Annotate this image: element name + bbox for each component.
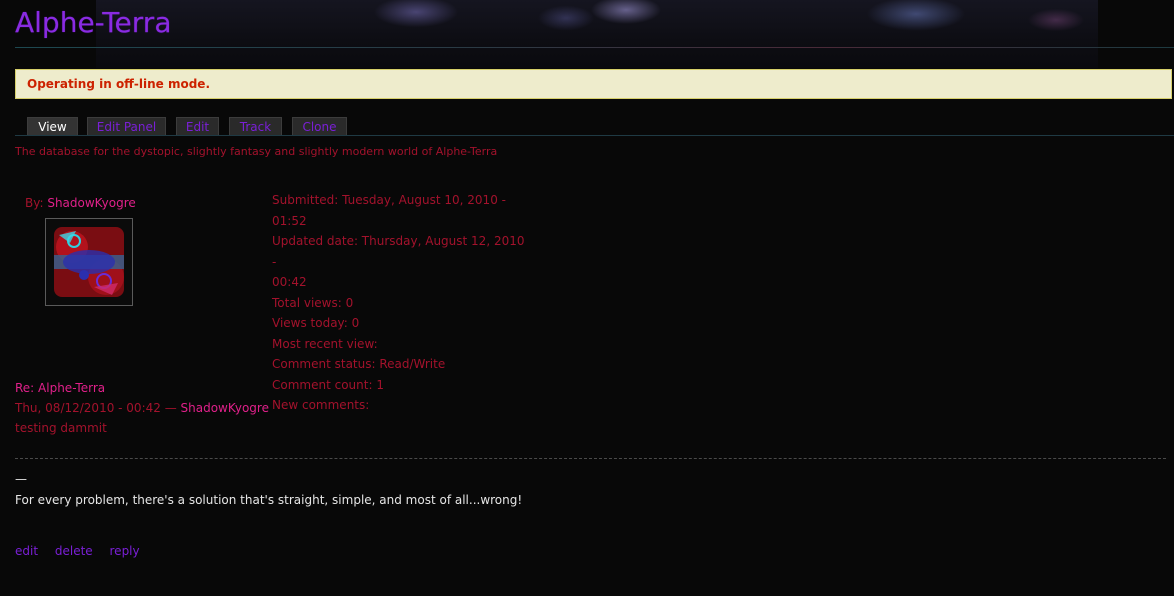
comment-status: Comment status: Read/Write bbox=[272, 357, 446, 371]
delete-link[interactable]: delete bbox=[55, 544, 93, 558]
tab-edit-panel[interactable]: Edit Panel bbox=[87, 117, 166, 136]
edit-link[interactable]: edit bbox=[15, 544, 38, 558]
comment-submitted: Thu, 08/12/2010 - 00:42 — ShadowKyogre bbox=[15, 401, 269, 415]
header-divider bbox=[15, 47, 1174, 48]
tab-view[interactable]: View bbox=[27, 117, 78, 136]
updated-date: Updated date: Thursday, August 12, 2010 … bbox=[272, 234, 525, 269]
comment-body: testing dammit bbox=[15, 421, 107, 435]
new-comments: New comments: bbox=[272, 398, 370, 412]
signature-text: For every problem, there's a solution th… bbox=[15, 493, 523, 507]
avatar-image bbox=[54, 227, 124, 297]
submitted-date: Submitted: Tuesday, August 10, 2010 - 01… bbox=[272, 193, 506, 228]
node-meta: Submitted: Tuesday, August 10, 2010 - 01… bbox=[272, 190, 532, 416]
views-today: Views today: 0 bbox=[272, 316, 360, 330]
total-views: Total views: 0 bbox=[272, 295, 354, 310]
tab-track[interactable]: Track bbox=[229, 117, 282, 136]
tab-edit[interactable]: Edit bbox=[176, 117, 219, 136]
author-prefix: By: bbox=[25, 196, 48, 210]
author-byline: By: ShadowKyogre bbox=[25, 196, 136, 210]
status-message-box: Operating in off-line mode. bbox=[15, 69, 1172, 99]
tab-bar-divider bbox=[15, 135, 1174, 136]
signature-divider bbox=[15, 458, 1166, 459]
comment-links: edit delete reply bbox=[15, 544, 153, 558]
updated-time: 00:42 bbox=[272, 275, 307, 289]
signature-dash: — bbox=[15, 472, 27, 486]
reply-link[interactable]: reply bbox=[110, 544, 140, 558]
status-message: Operating in off-line mode. bbox=[27, 77, 211, 91]
comment-date: Thu, 08/12/2010 - 00:42 — bbox=[15, 401, 181, 415]
node-description: The database for the dystopic, slightly … bbox=[15, 145, 498, 158]
comment-count: Comment count: 1 bbox=[272, 377, 384, 392]
header-banner-image bbox=[96, 0, 1098, 68]
comment-title-link[interactable]: Re: Alphe-Terra bbox=[15, 381, 105, 395]
site-title[interactable]: Alphe-Terra bbox=[15, 6, 171, 39]
most-recent-view: Most recent view: bbox=[272, 336, 378, 351]
avatar-art bbox=[54, 227, 124, 297]
comment-author-link[interactable]: ShadowKyogre bbox=[181, 401, 269, 415]
tab-clone[interactable]: Clone bbox=[292, 117, 347, 136]
author-link[interactable]: ShadowKyogre bbox=[47, 196, 135, 210]
page: Alphe-Terra Operating in off-line mode. … bbox=[0, 0, 1174, 596]
avatar[interactable] bbox=[45, 218, 133, 306]
